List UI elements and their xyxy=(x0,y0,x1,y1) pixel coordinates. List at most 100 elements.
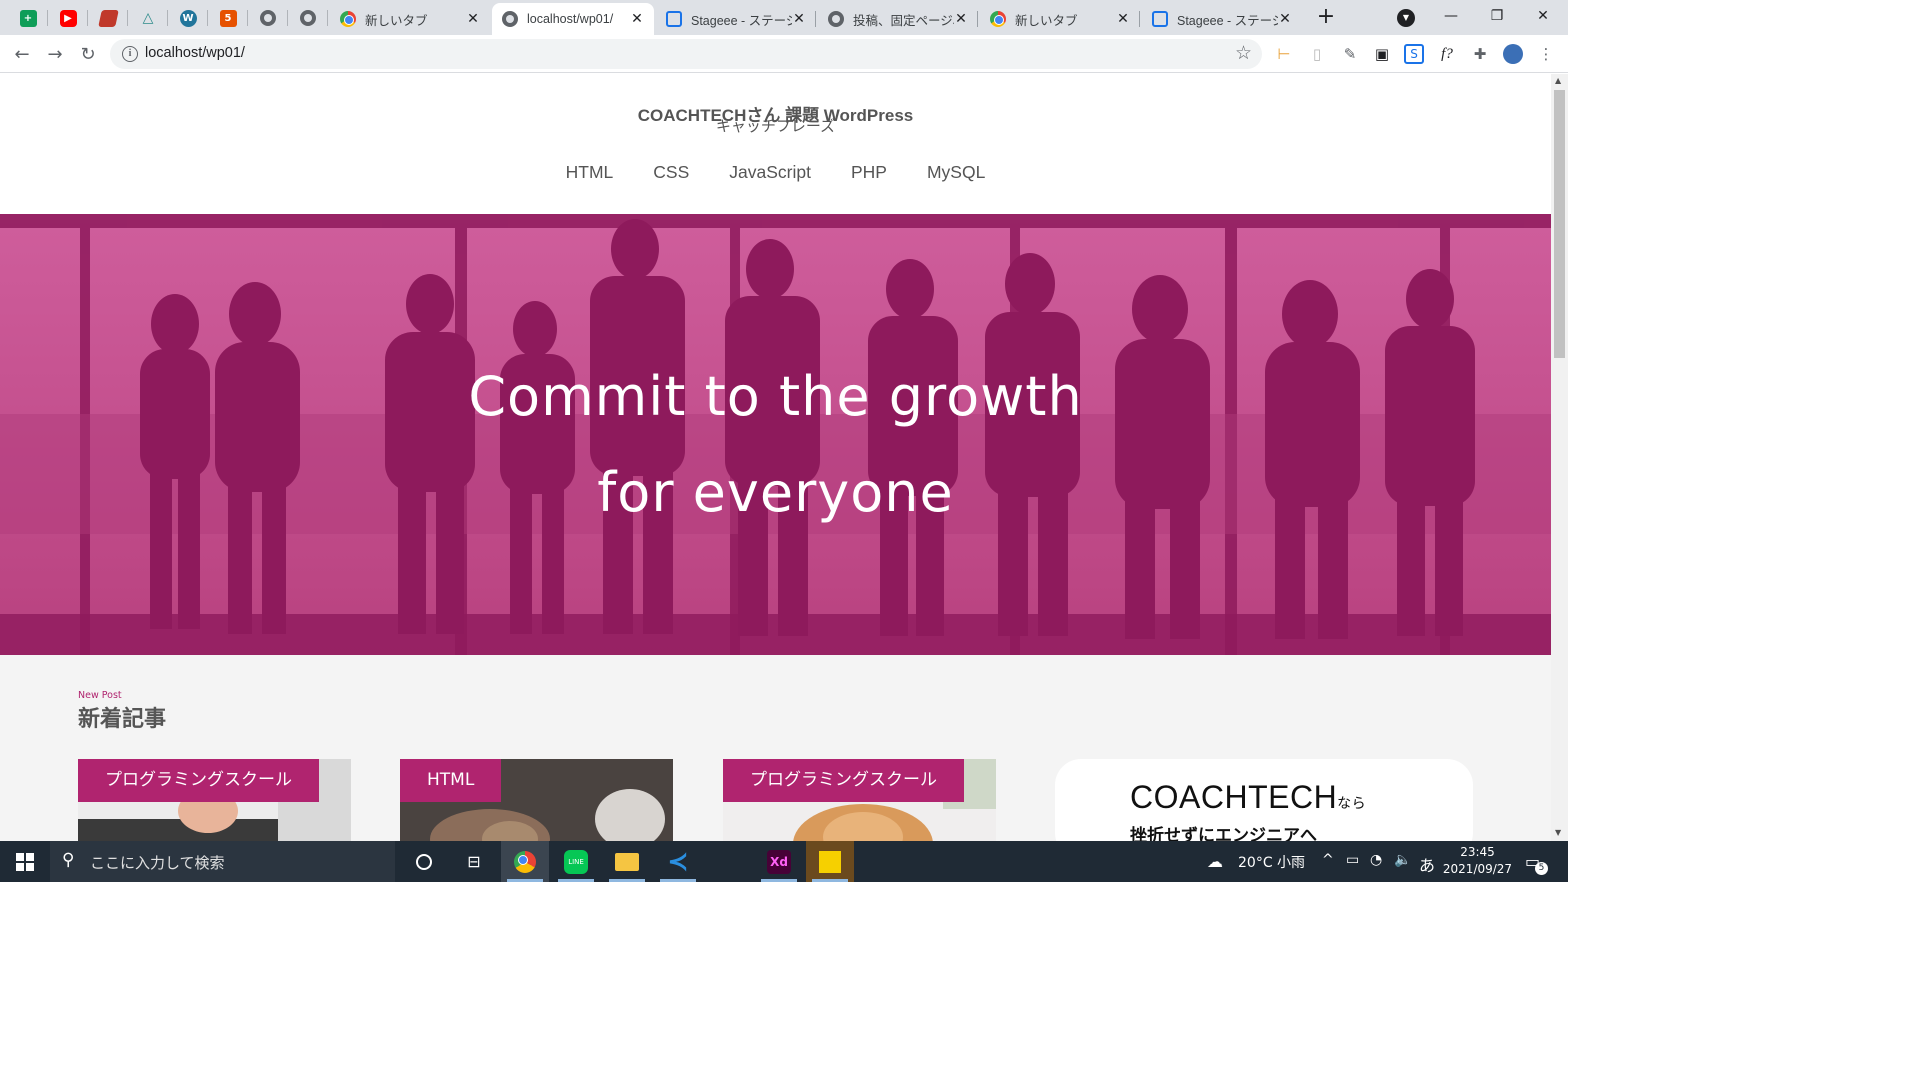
close-icon[interactable]: ✕ xyxy=(954,11,968,27)
search-icon: ⚲ xyxy=(62,850,75,870)
nav-javascript[interactable]: JavaScript xyxy=(729,162,811,183)
tray-chevron-icon[interactable]: ^ xyxy=(1322,852,1334,868)
taskbar-clock[interactable]: 23:45 2021/09/27 xyxy=(1440,844,1515,878)
notification-count: 5 xyxy=(1535,862,1548,875)
sheets-icon: + xyxy=(19,9,37,27)
wordpress-icon: W xyxy=(179,9,197,27)
scrollbar-thumb[interactable] xyxy=(1554,90,1565,358)
new-tab-button[interactable]: + xyxy=(1312,6,1340,30)
pinned-tab-sheets[interactable]: + xyxy=(8,4,48,32)
pinned-tab-page-1[interactable] xyxy=(248,4,288,32)
close-icon[interactable]: ✕ xyxy=(630,11,644,27)
taskbar-explorer-icon[interactable] xyxy=(603,841,651,882)
pinned-tab-books[interactable] xyxy=(88,4,128,32)
weather-text[interactable]: 20°C 小雨 xyxy=(1238,852,1305,872)
post-card[interactable]: プログラミングスクール xyxy=(78,759,351,841)
scroll-up-icon[interactable]: ▲ xyxy=(1555,76,1561,85)
scroll-down-icon[interactable]: ▼ xyxy=(1555,828,1561,837)
extension-stamp-icon[interactable]: ▣ xyxy=(1372,44,1392,64)
tab-title: Stageee - ステージー xyxy=(1177,13,1278,28)
taskbar-search[interactable]: ⚲ ここに入力して検索 xyxy=(50,841,395,882)
tab-stageee-2[interactable]: Stageee - ステージー ✕ xyxy=(1142,3,1302,35)
extension-ruler-icon[interactable]: ⊢ xyxy=(1274,44,1294,64)
chrome-icon xyxy=(340,11,356,27)
tab-stageee-1[interactable]: Stageee - ステージー ✕ xyxy=(656,3,816,35)
stageee-icon xyxy=(666,11,682,27)
network-icon[interactable]: ◔ xyxy=(1370,852,1382,868)
post-card[interactable]: プログラミングスクール xyxy=(723,759,996,841)
post-card[interactable]: HTML xyxy=(400,759,673,841)
extension-eyedropper-icon[interactable]: ✎ xyxy=(1340,44,1360,64)
tab-new-tab-1[interactable]: 新しいタブ ✕ xyxy=(330,3,490,35)
globe-icon xyxy=(828,11,844,27)
globe-icon xyxy=(502,11,518,27)
taskbar-vscode-icon[interactable]: ≺ xyxy=(654,841,702,882)
menu-kebab-icon[interactable]: ⋮ xyxy=(1536,44,1556,64)
tab-title: 新しいタブ xyxy=(365,13,428,28)
clock-time: 23:45 xyxy=(1460,845,1495,859)
restore-button[interactable]: ❐ xyxy=(1474,0,1520,32)
taskbar-chrome-icon[interactable] xyxy=(501,841,549,882)
page-scrollbar[interactable]: ▲ ▼ xyxy=(1551,74,1568,841)
tab-title: localhost/wp01/ xyxy=(527,12,614,26)
taskbar-line-icon[interactable]: LINE xyxy=(552,841,600,882)
battery-icon[interactable]: ▭ xyxy=(1346,852,1359,868)
extensions-puzzle-icon[interactable]: ✚ xyxy=(1470,44,1490,64)
weather-cloud-icon[interactable]: ☁ xyxy=(1207,852,1223,871)
extension-bookmark-icon[interactable]: ▯ xyxy=(1307,44,1327,64)
nav-php[interactable]: PHP xyxy=(851,162,887,183)
profile-avatar[interactable] xyxy=(1503,44,1523,64)
address-url[interactable]: localhost/wp01/ xyxy=(145,45,245,61)
close-icon[interactable]: ✕ xyxy=(1278,11,1292,27)
cortana-icon[interactable] xyxy=(400,841,448,882)
info-icon[interactable]: i xyxy=(122,46,138,62)
web-page: COACHTECHさん 課題 WordPress キャッチフレーズ HTML C… xyxy=(0,74,1551,841)
logo-suffix: なら xyxy=(1337,795,1367,811)
minimize-button[interactable]: — xyxy=(1428,0,1474,32)
windows-start-icon[interactable] xyxy=(16,853,34,871)
nav-html[interactable]: HTML xyxy=(566,162,614,183)
close-icon[interactable]: ✕ xyxy=(466,11,480,27)
close-icon[interactable]: ✕ xyxy=(792,11,806,27)
post-category-label[interactable]: プログラミングスクール xyxy=(78,759,319,802)
task-view-icon[interactable]: ⊟ xyxy=(450,841,498,882)
reload-icon[interactable]: ↻ xyxy=(75,41,101,67)
section-subtitle: New Post xyxy=(78,690,122,701)
hero-line-1: Commit to the growth xyxy=(468,365,1083,428)
close-window-button[interactable]: ✕ xyxy=(1520,0,1566,32)
pinned-tab-page-2[interactable] xyxy=(288,4,328,32)
taskbar-sticky-notes-icon[interactable] xyxy=(806,841,854,882)
nav-css[interactable]: CSS xyxy=(653,162,689,183)
post-category-label[interactable]: プログラミングスクール xyxy=(723,759,964,802)
taskbar-xd-icon[interactable]: Xd xyxy=(755,841,803,882)
extension-font-icon[interactable]: f? xyxy=(1437,44,1457,64)
post-category-label[interactable]: HTML xyxy=(400,759,502,802)
pinned-tab-wordpress[interactable]: W xyxy=(168,4,208,32)
nav-mysql[interactable]: MySQL xyxy=(927,162,985,183)
tab-wp-posts[interactable]: 投稿、固定ページ、カ ✕ xyxy=(818,3,978,35)
ime-indicator[interactable]: あ xyxy=(1419,852,1435,876)
coachtech-banner[interactable]: COACHTECHなら 挫折せずにエンジニアへ xyxy=(1055,759,1473,841)
triangle-logo-icon: △ xyxy=(142,10,154,26)
notification-center-icon[interactable]: ▭ 5 xyxy=(1525,852,1548,875)
close-icon[interactable]: ✕ xyxy=(1116,11,1130,27)
pinned-tab-app[interactable]: △ xyxy=(128,4,168,32)
tab-new-tab-2[interactable]: 新しいタブ ✕ xyxy=(980,3,1140,35)
stageee-icon xyxy=(1152,11,1168,27)
extension-s-icon[interactable]: S xyxy=(1404,44,1424,64)
back-arrow-icon[interactable]: ← xyxy=(9,41,35,67)
tab-title: 投稿、固定ページ、カ xyxy=(853,13,954,28)
browser-toolbar: ← → ↻ i localhost/wp01/ ☆ ⊢ ▯ ✎ ▣ S f? ✚… xyxy=(0,35,1568,73)
hero-line-2: for everyone xyxy=(597,461,954,524)
tab-search-icon[interactable]: ▼ xyxy=(1397,9,1415,27)
globe-icon xyxy=(300,10,316,26)
clock-date: 2021/09/27 xyxy=(1442,862,1513,876)
address-bar[interactable]: i localhost/wp01/ ☆ xyxy=(110,39,1262,69)
tab-localhost[interactable]: localhost/wp01/ ✕ xyxy=(492,3,654,35)
pinned-tab-youtube[interactable]: ▶ xyxy=(48,4,88,32)
forward-arrow-icon[interactable]: → xyxy=(42,41,68,67)
pinned-tab-html5[interactable]: 5 xyxy=(208,4,248,32)
volume-icon[interactable]: 🔈 xyxy=(1394,852,1411,868)
bookmark-star-icon[interactable]: ☆ xyxy=(1235,42,1252,64)
coachtech-logo: COACHTECHなら xyxy=(1130,779,1366,816)
